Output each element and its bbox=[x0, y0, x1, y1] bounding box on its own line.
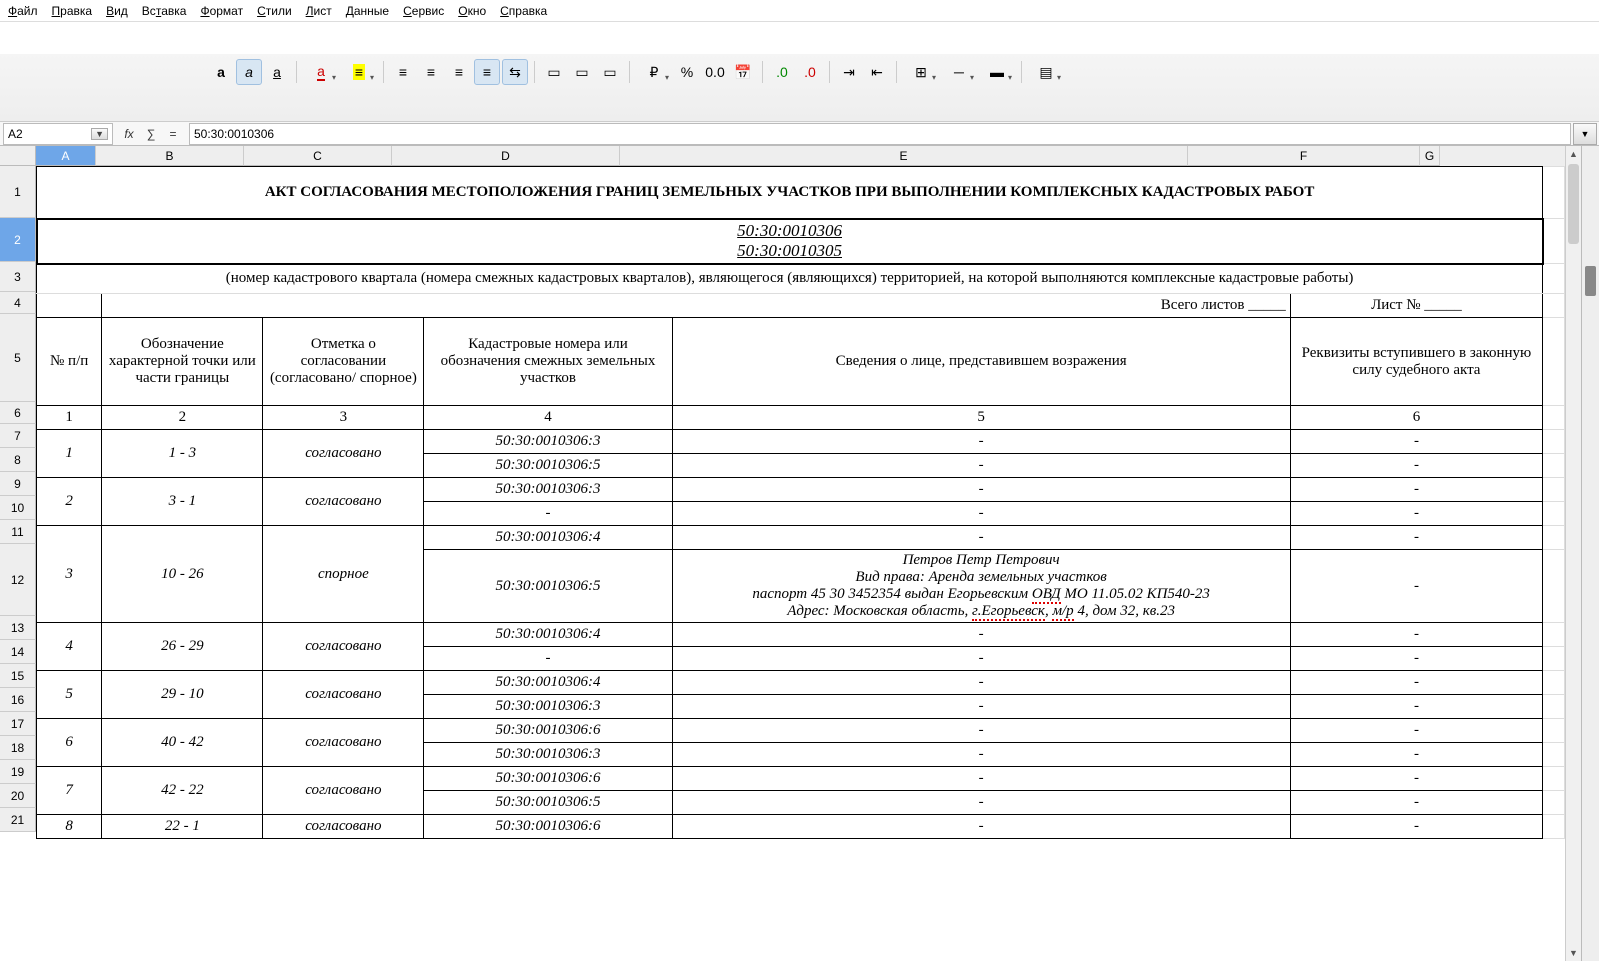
merge-cells-button[interactable]: ▭ bbox=[541, 59, 567, 85]
format-toolbar: a a a a ≡ ≡ ≡ ≡ ≡ ⇆ ▭ ▭ ▭ ₽ % 0.0 📅 .0 .… bbox=[0, 54, 1599, 90]
split-pane bbox=[1581, 146, 1599, 961]
row-header-9[interactable]: 9 bbox=[0, 472, 36, 496]
function-wizard-button[interactable]: fx bbox=[121, 127, 137, 141]
currency-button[interactable]: ₽ bbox=[636, 59, 672, 85]
namebox-dropdown-icon[interactable]: ▼ bbox=[91, 128, 108, 140]
row-header-15[interactable]: 15 bbox=[0, 664, 36, 688]
add-decimal-button[interactable]: .0 bbox=[769, 59, 795, 85]
col-header-F[interactable]: F bbox=[1188, 146, 1420, 166]
row-header-20[interactable]: 20 bbox=[0, 784, 36, 808]
menu-файл[interactable]: Файл bbox=[8, 4, 38, 18]
row-header-12[interactable]: 12 bbox=[0, 544, 36, 616]
row-header-11[interactable]: 11 bbox=[0, 520, 36, 544]
row-header-19[interactable]: 19 bbox=[0, 760, 36, 784]
column-headers: ABCDEFG bbox=[36, 146, 1565, 166]
row-header-13[interactable]: 13 bbox=[0, 616, 36, 640]
number-button[interactable]: 0.0 bbox=[702, 59, 728, 85]
row-header-17[interactable]: 17 bbox=[0, 712, 36, 736]
date-button[interactable]: 📅 bbox=[730, 59, 756, 85]
row-header-1[interactable]: 1 bbox=[0, 166, 36, 218]
select-all-corner[interactable] bbox=[0, 146, 36, 166]
align-right-button[interactable]: ≡ bbox=[446, 59, 472, 85]
row-header-3[interactable]: 3 bbox=[0, 262, 36, 292]
formula-input[interactable]: 50:30:0010306 bbox=[189, 123, 1571, 145]
col-header-A[interactable]: A bbox=[36, 146, 96, 166]
row-header-21[interactable]: 21 bbox=[0, 808, 36, 832]
row-header-6[interactable]: 6 bbox=[0, 402, 36, 424]
row-header-5[interactable]: 5 bbox=[0, 314, 36, 402]
border-style-button[interactable]: ─ bbox=[941, 59, 977, 85]
menu-стили[interactable]: Стили bbox=[257, 4, 292, 18]
menu-формат[interactable]: Формат bbox=[200, 4, 243, 18]
row-header-7[interactable]: 7 bbox=[0, 424, 36, 448]
col-header-E[interactable]: E bbox=[620, 146, 1188, 166]
col-header-C[interactable]: C bbox=[244, 146, 392, 166]
decrease-indent-button[interactable]: ⇤ bbox=[864, 59, 890, 85]
spreadsheet-area: ABCDEFG 12345678910111213141516171819202… bbox=[0, 146, 1599, 961]
formula-bar: A2 ▼ fx ∑ = 50:30:0010306 ▼ bbox=[0, 122, 1599, 146]
font-color-button[interactable]: a bbox=[303, 59, 339, 85]
unmerge-button[interactable]: ▭ bbox=[569, 59, 595, 85]
col-header-G[interactable]: G bbox=[1420, 146, 1440, 166]
sum-button[interactable]: ∑ bbox=[143, 127, 159, 141]
align-center-button[interactable]: ≡ bbox=[418, 59, 444, 85]
highlight-button[interactable]: ≡ bbox=[341, 59, 377, 85]
menu-справка[interactable]: Справка bbox=[500, 4, 547, 18]
name-box[interactable]: A2 ▼ bbox=[3, 123, 113, 145]
remove-decimal-button[interactable]: .0 bbox=[797, 59, 823, 85]
formula-expand-button[interactable]: ▼ bbox=[1573, 123, 1597, 145]
col-header-B[interactable]: B bbox=[96, 146, 244, 166]
menu-вид[interactable]: Вид bbox=[106, 4, 128, 18]
row-header-2[interactable]: 2 bbox=[0, 218, 36, 262]
row-headers: 123456789101112131415161718192021 bbox=[0, 166, 36, 961]
menu-сервис[interactable]: Сервис bbox=[403, 4, 444, 18]
row-header-18[interactable]: 18 bbox=[0, 736, 36, 760]
scroll-up-icon[interactable]: ▲ bbox=[1566, 146, 1581, 162]
toolbar: a a a a ≡ ≡ ≡ ≡ ≡ ⇆ ▭ ▭ ▭ ₽ % 0.0 📅 .0 .… bbox=[0, 54, 1599, 122]
row-header-14[interactable]: 14 bbox=[0, 640, 36, 664]
menu-правка[interactable]: Правка bbox=[52, 4, 93, 18]
row-header-8[interactable]: 8 bbox=[0, 448, 36, 472]
italic-button[interactable]: a bbox=[236, 59, 262, 85]
align-left-button[interactable]: ≡ bbox=[390, 59, 416, 85]
menu-окно[interactable]: Окно bbox=[458, 4, 486, 18]
underline-button[interactable]: a bbox=[264, 59, 290, 85]
row-header-4[interactable]: 4 bbox=[0, 292, 36, 314]
split-handle[interactable] bbox=[1585, 266, 1596, 296]
wrap-text-button[interactable]: ⇆ bbox=[502, 59, 528, 85]
bold-button[interactable]: a bbox=[208, 59, 234, 85]
menu-данные[interactable]: Данные bbox=[346, 4, 389, 18]
menu-лист[interactable]: Лист bbox=[306, 4, 332, 18]
row-header-10[interactable]: 10 bbox=[0, 496, 36, 520]
col-header-D[interactable]: D bbox=[392, 146, 620, 166]
cell-reference: A2 bbox=[8, 127, 23, 141]
menu-вставка[interactable]: Вставка bbox=[142, 4, 187, 18]
split-button[interactable]: ▭ bbox=[597, 59, 623, 85]
scroll-down-icon[interactable]: ▼ bbox=[1566, 945, 1581, 961]
vertical-scrollbar[interactable]: ▲ ▼ bbox=[1565, 146, 1581, 961]
cond-format-button[interactable]: ▤ bbox=[1028, 59, 1064, 85]
percent-button[interactable]: % bbox=[674, 59, 700, 85]
equals-button[interactable]: = bbox=[165, 127, 181, 141]
menu-bar: Файл Правка Вид Вставка Формат Стили Лист Данны… bbox=[0, 0, 1599, 22]
scroll-thumb[interactable] bbox=[1568, 164, 1579, 244]
borders-button[interactable]: ⊞ bbox=[903, 59, 939, 85]
border-color-button[interactable]: ▬ bbox=[979, 59, 1015, 85]
align-justify-button[interactable]: ≡ bbox=[474, 59, 500, 85]
row-header-16[interactable]: 16 bbox=[0, 688, 36, 712]
increase-indent-button[interactable]: ⇥ bbox=[836, 59, 862, 85]
cell-grid[interactable]: АКТ СОГЛАСОВАНИЯ МЕСТОПОЛОЖЕНИЯ ГРАНИЦ З… bbox=[36, 166, 1565, 961]
